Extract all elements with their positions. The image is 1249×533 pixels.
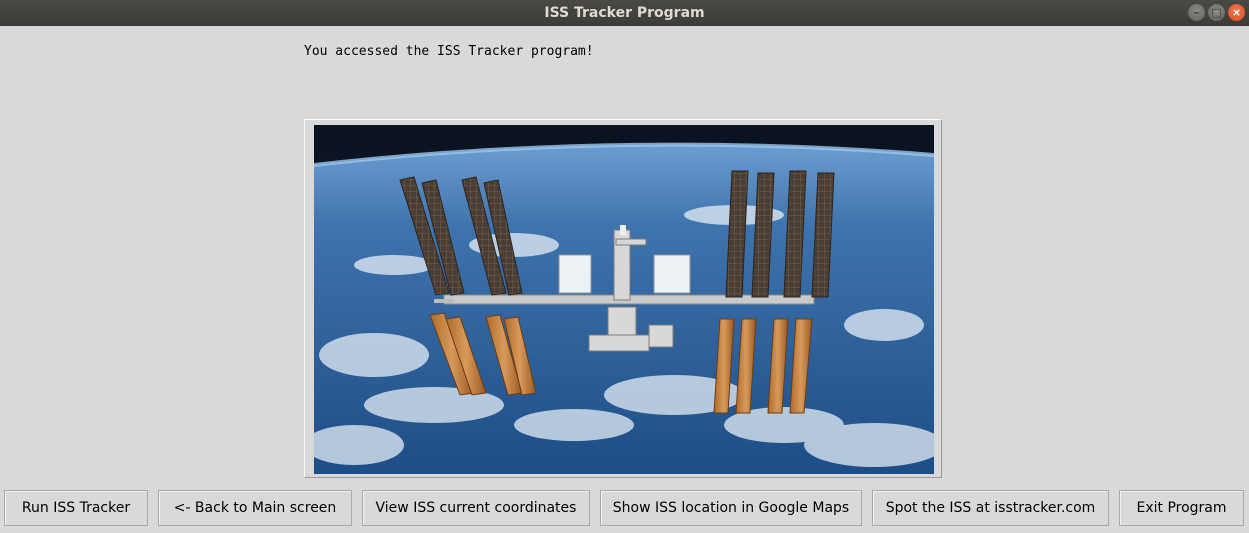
window-title: ISS Tracker Program <box>544 5 705 21</box>
maximize-button[interactable]: □ <box>1208 4 1225 21</box>
maximize-icon: □ <box>1211 6 1222 19</box>
view-coordinates-button[interactable]: View ISS current coordinates <box>362 490 590 526</box>
exit-program-button[interactable]: Exit Program <box>1119 490 1244 526</box>
run-iss-tracker-button[interactable]: Run ISS Tracker <box>4 490 148 526</box>
spot-isstracker-button[interactable]: Spot the ISS at isstracker.com <box>872 490 1109 526</box>
iss-image-frame <box>304 119 942 478</box>
minimize-icon: – <box>1193 6 1200 19</box>
status-message: You accessed the ISS Tracker program! <box>304 44 594 59</box>
back-to-main-button[interactable]: <- Back to Main screen <box>158 490 352 526</box>
minimize-button[interactable]: – <box>1188 4 1205 21</box>
close-button[interactable]: × <box>1228 4 1245 21</box>
iss-photo <box>314 125 934 474</box>
show-google-maps-button[interactable]: Show ISS location in Google Maps <box>600 490 862 526</box>
close-icon: × <box>1231 6 1242 19</box>
title-bar[interactable]: ISS Tracker Program <box>0 0 1249 26</box>
